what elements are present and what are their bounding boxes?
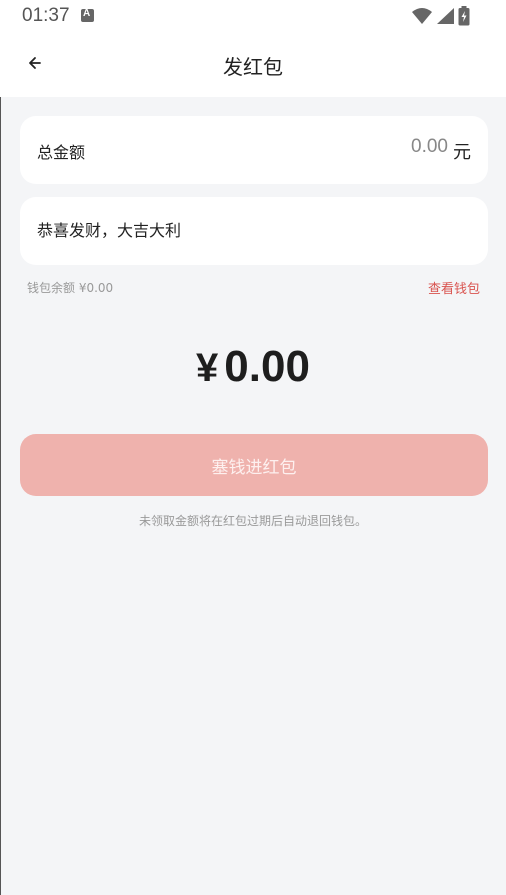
currency-symbol: ¥ [196,346,219,390]
page-title: 发红包 [223,55,283,79]
signal-icon [437,8,454,24]
status-bar: 01:37 [0,0,506,32]
battery-icon [458,6,470,26]
amount-label: 总金额 [37,143,86,162]
submit-red-packet-button[interactable]: 塞钱进红包 [20,434,488,496]
refund-note: 未领取金额将在红包过期后自动退回钱包。 [138,514,367,528]
notification-a-icon [81,8,94,22]
total-amount-value: 0.00 [224,342,310,391]
amount-card: 总金额 元 [20,116,488,184]
status-icons [411,6,470,26]
greeting-card [20,197,488,265]
nav-bar: 发红包 [0,32,506,97]
amount-unit: 元 [453,142,471,163]
top-area: 01:37 发红包 [0,0,506,97]
wallet-balance: 钱包余额 ¥0.00 [27,281,114,295]
greeting-input[interactable] [37,221,457,240]
total-amount-display: ¥0.00 [0,342,506,392]
amount-input[interactable] [248,136,448,158]
wifi-icon [412,8,432,24]
status-time: 01:37 [22,5,70,26]
view-wallet-link[interactable]: 查看钱包 [428,278,480,297]
window-edge [0,0,1,895]
